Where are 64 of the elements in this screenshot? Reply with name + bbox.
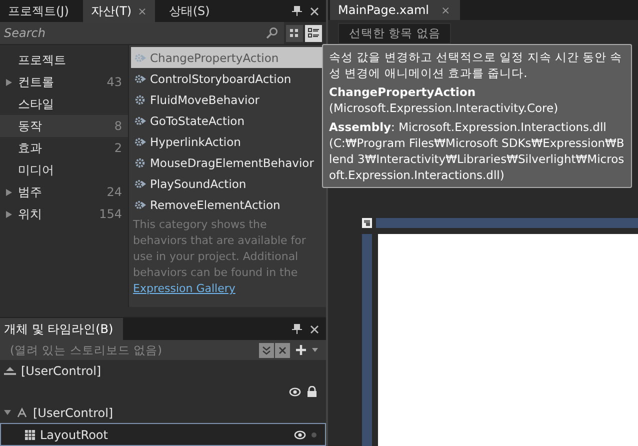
collapse-button[interactable] [259, 342, 274, 358]
asset-item[interactable]: GoToStateAction [131, 110, 322, 131]
close-icon [278, 346, 287, 354]
panel-tab[interactable]: 자산(T) × [82, 0, 155, 22]
close-icon[interactable] [309, 324, 320, 334]
expand-arrow-icon[interactable] [6, 210, 12, 218]
panel-tab[interactable]: 개체 및 타임라인(B) [0, 318, 124, 340]
asset-item[interactable]: ChangePropertyAction [131, 47, 322, 68]
grid-icon [289, 28, 300, 38]
search-icon[interactable] [266, 27, 278, 39]
expand-arrow-icon[interactable] [6, 78, 12, 86]
asset-item[interactable]: MouseDragElementBehavior [131, 152, 322, 173]
asset-item[interactable]: PlaySoundAction [131, 173, 322, 194]
panel-tab[interactable]: 프로젝트(J) [0, 0, 77, 22]
eye-icon[interactable] [289, 386, 301, 398]
panel-tab[interactable]: 상태(S) [160, 0, 218, 22]
category-item[interactable]: 프로젝트 [0, 49, 128, 71]
category-item[interactable]: 스타일 [0, 93, 128, 115]
gear-icon [134, 94, 146, 106]
scope-up-icon[interactable] [4, 366, 16, 376]
category-item[interactable]: 동작 8 [0, 115, 128, 137]
category-item[interactable]: 효과 2 [0, 137, 128, 159]
dot-icon[interactable] [311, 432, 317, 438]
pin-icon[interactable] [291, 5, 303, 17]
grid-icon [25, 430, 35, 440]
asset-item[interactable]: RemoveElementAction [131, 194, 322, 215]
expression-gallery-link[interactable]: Expression Gallery [133, 282, 236, 295]
tooltip-description: 속성 값을 변경하고 선택적으로 일정 지속 시간 동안 속성 변경에 애니메이션 효과를 줍니다. [329, 49, 624, 81]
collapse-arrow-icon[interactable] [4, 409, 11, 416]
selection-button[interactable]: 선택한 항목 없음 [338, 22, 452, 44]
lock-icon[interactable] [306, 386, 318, 398]
document-tab[interactable]: MainPage.xaml × [330, 0, 460, 20]
tooltip-assembly: Assembly: Microsoft.Expression.Interactions.dll (C:₩Program Files₩Microsoft SDKs₩Expression₩Blend 3₩Interactivity₩Libraries₩Silverlight₩Microsoft.Expression.Interactions.dll) [329, 119, 625, 183]
expand-arrow-icon[interactable] [6, 188, 12, 196]
close-icon[interactable]: × [138, 4, 147, 18]
scope-label: [UserControl] [21, 364, 102, 378]
asset-item[interactable]: ControlStoryboardAction [131, 68, 322, 89]
category-item[interactable]: 컨트롤 43 [0, 71, 128, 93]
artboard-corner-icon[interactable] [362, 218, 372, 228]
pin-icon[interactable] [291, 323, 303, 335]
category-description: This category shows the behaviors that are available for use in your project. Additional behaviors can be found in the Expression Gallery [132, 217, 307, 297]
tooltip-name: ChangePropertyAction [329, 84, 477, 100]
eye-icon[interactable] [294, 428, 306, 440]
asset-item[interactable]: HyperlinkAction [131, 131, 322, 152]
category-item[interactable]: 범주 24 [0, 181, 128, 203]
gear-icon [134, 156, 146, 168]
user-control-icon [16, 406, 28, 418]
close-storyboard-button[interactable] [275, 342, 290, 358]
tooltip-namespace: (Microsoft.Expression.Interactivity.Core) [329, 100, 560, 116]
search-box[interactable]: Search [0, 22, 284, 44]
close-icon[interactable] [309, 6, 320, 16]
list-icon [308, 28, 319, 38]
close-icon[interactable]: × [441, 4, 450, 16]
dropdown-caret-icon[interactable] [312, 348, 318, 352]
double-chevron-icon [262, 346, 271, 354]
tree-item[interactable]: [UserControl] [0, 402, 326, 423]
grid-view-button[interactable] [286, 24, 303, 42]
category-item[interactable]: 위치 154 [0, 203, 128, 225]
category-item[interactable]: 미디어 [0, 159, 128, 181]
plus-icon[interactable] [296, 345, 306, 355]
asset-item[interactable]: FluidMoveBehavior [131, 89, 322, 110]
list-view-button[interactable] [305, 24, 322, 42]
search-field[interactable]: Search [0, 26, 266, 40]
tree-item[interactable]: LayoutRoot [0, 423, 326, 446]
